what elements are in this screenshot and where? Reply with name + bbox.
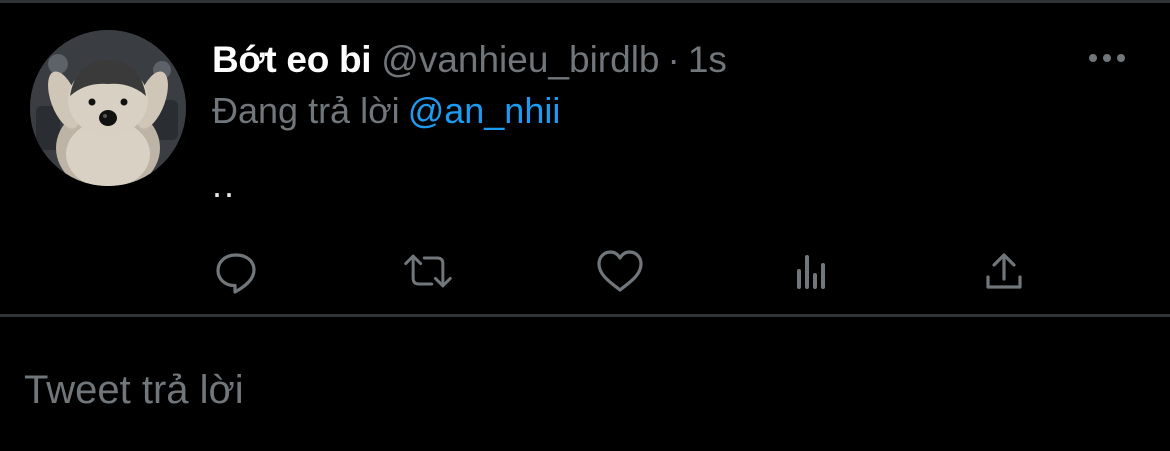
user-handle[interactable]: @vanhieu_birdlb xyxy=(381,39,659,80)
separator-dot: · xyxy=(667,39,680,80)
retweet-icon xyxy=(404,254,452,288)
tweet-text: .. xyxy=(212,164,237,205)
reply-button[interactable] xyxy=(210,245,262,297)
more-options-button[interactable] xyxy=(1082,43,1132,73)
tweet-header: Bớt eo bi @vanhieu_birdlb · 1s xyxy=(212,38,727,82)
reply-mention-link[interactable]: @an_nhii xyxy=(408,90,561,131)
share-button[interactable] xyxy=(978,245,1030,297)
replying-to-label: Đang trả lời xyxy=(212,90,400,131)
retweet-button[interactable] xyxy=(402,245,454,297)
like-button[interactable] xyxy=(594,245,646,297)
replying-to-line: Đang trả lời @an_nhii xyxy=(212,89,560,133)
reply-divider xyxy=(0,314,1170,317)
reply-tweet-input[interactable] xyxy=(24,360,1124,420)
penguin-avatar-icon xyxy=(30,30,186,186)
analytics-button[interactable] xyxy=(786,245,838,297)
avatar[interactable] xyxy=(30,30,186,186)
analytics-bars-icon xyxy=(797,255,825,289)
more-dots-icon xyxy=(1089,54,1125,62)
comment-bubble-icon xyxy=(216,253,256,294)
timestamp[interactable]: 1s xyxy=(688,39,727,80)
heart-icon xyxy=(597,250,643,292)
display-name[interactable]: Bớt eo bi xyxy=(212,39,372,80)
share-upload-icon xyxy=(986,253,1022,289)
tweet[interactable]: Bớt eo bi @vanhieu_birdlb · 1s Đang trả lời… xyxy=(0,3,1170,314)
